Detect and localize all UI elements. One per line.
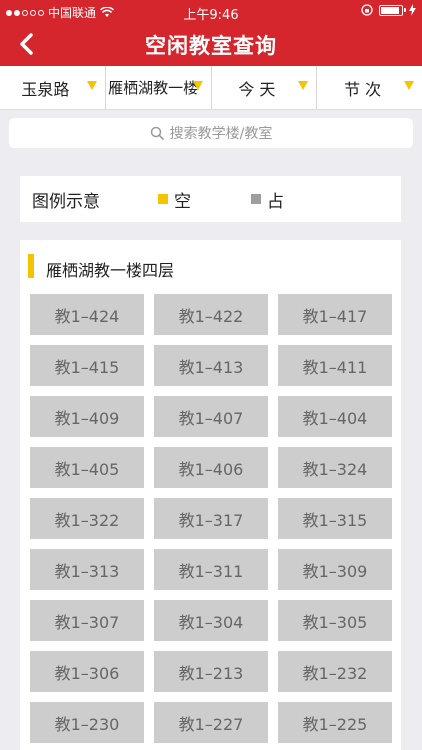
room-tile[interactable]: 教1–313 — [30, 549, 144, 590]
room-tile[interactable]: 教1–304 — [154, 600, 268, 641]
status-right — [361, 4, 416, 16]
filter-building-dropdown[interactable]: 雁栖湖教一楼 — [106, 66, 212, 109]
room-tile[interactable]: 教1–404 — [278, 396, 392, 437]
dropdown-arrow-icon — [192, 81, 203, 90]
legend-occupied: 占 — [251, 187, 284, 212]
occupied-swatch-icon — [251, 194, 261, 204]
floor-title: 雁栖湖教一楼四层 — [46, 261, 175, 280]
room-tile[interactable]: 教1–317 — [154, 498, 268, 539]
room-tile[interactable]: 教1–407 — [154, 396, 268, 437]
nav-bar: 空闲教室查询 — [0, 22, 422, 66]
room-tile[interactable]: 教1–417 — [278, 294, 392, 335]
legend: 图例示意 空 占 — [20, 176, 401, 222]
battery-icon — [379, 4, 406, 16]
filter-day-dropdown[interactable]: 今 天 — [212, 66, 318, 109]
rooms-panel: 雁栖湖教一楼四层 教1–424 教1–422 教1–417 教1–415 教1–413 教… — [20, 240, 401, 750]
room-tile[interactable]: 教1–307 — [30, 600, 144, 641]
room-tile[interactable]: 教1–309 — [278, 549, 392, 590]
room-tile[interactable]: 教1–230 — [30, 702, 144, 743]
room-tile[interactable]: 教1–411 — [278, 345, 392, 386]
legend-free: 空 — [158, 187, 191, 212]
filter-label: 今 天 — [238, 79, 276, 99]
search-input[interactable]: 搜索教学楼/教室 — [9, 118, 413, 148]
search-area: 搜索教学楼/教室 — [0, 110, 422, 156]
free-swatch-icon — [158, 194, 168, 204]
room-grid: 教1–424 教1–422 教1–417 教1–415 教1–413 教1–411 教1–4… — [30, 294, 392, 743]
room-tile[interactable]: 教1–311 — [154, 549, 268, 590]
legend-occupied-label: 占 — [267, 191, 284, 212]
dropdown-arrow-icon — [404, 81, 414, 90]
top-bar: 中国联通 上午9:46 空闲教室查询 — [0, 0, 422, 66]
floor-accent-bar — [28, 254, 34, 278]
room-tile[interactable]: 教1–424 — [30, 294, 144, 335]
filter-label: 节 次 — [344, 79, 382, 99]
filter-period-dropdown[interactable]: 节 次 — [317, 66, 422, 109]
room-tile[interactable]: 教1–213 — [154, 651, 268, 692]
orientation-lock-icon — [361, 4, 373, 16]
status-bar: 中国联通 上午9:46 — [0, 0, 422, 23]
room-tile[interactable]: 教1–322 — [30, 498, 144, 539]
filter-label: 玉泉路 — [21, 79, 70, 99]
search-placeholder: 搜索教学楼/教室 — [169, 126, 273, 142]
page-title: 空闲教室查询 — [145, 34, 277, 58]
room-tile[interactable]: 教1–422 — [154, 294, 268, 335]
room-tile[interactable]: 教1–415 — [30, 345, 144, 386]
room-tile[interactable]: 教1–232 — [278, 651, 392, 692]
floor-header: 雁栖湖教一楼四层 — [20, 240, 401, 294]
room-tile[interactable]: 教1–305 — [278, 600, 392, 641]
filter-bar: 玉泉路 雁栖湖教一楼 今 天 节 次 — [0, 66, 422, 110]
room-tile[interactable]: 教1–315 — [278, 498, 392, 539]
dropdown-arrow-icon — [298, 81, 309, 90]
legend-title: 图例示意 — [32, 191, 100, 212]
dropdown-arrow-icon — [86, 81, 97, 90]
charging-icon — [409, 4, 416, 16]
search-icon — [150, 126, 164, 140]
room-tile[interactable]: 教1–324 — [278, 447, 392, 488]
room-tile[interactable]: 教1–227 — [154, 702, 268, 743]
room-tile[interactable]: 教1–306 — [30, 651, 144, 692]
room-tile[interactable]: 教1–409 — [30, 396, 144, 437]
legend-free-label: 空 — [174, 191, 191, 212]
status-time: 上午9:46 — [183, 8, 239, 23]
filter-campus-dropdown[interactable]: 玉泉路 — [0, 66, 106, 109]
room-tile[interactable]: 教1–413 — [154, 345, 268, 386]
room-tile[interactable]: 教1–405 — [30, 447, 144, 488]
room-tile[interactable]: 教1–225 — [278, 702, 392, 743]
room-tile[interactable]: 教1–406 — [154, 447, 268, 488]
